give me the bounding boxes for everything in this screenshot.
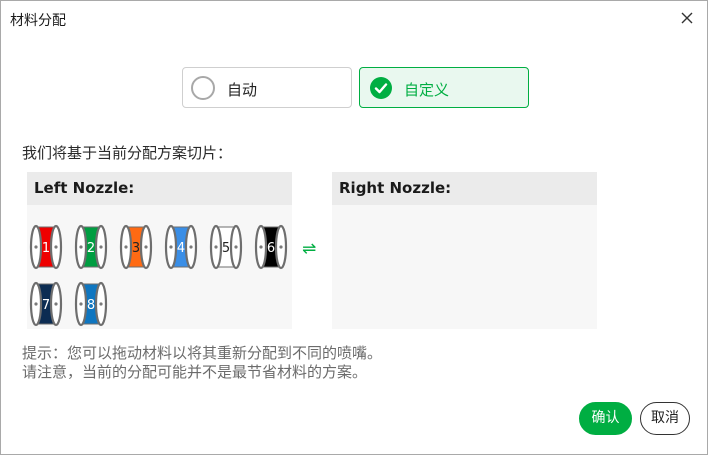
left-nozzle-title: Left Nozzle:: [27, 172, 292, 205]
mode-custom-label: 自定义: [404, 81, 450, 99]
spool-number: 2: [87, 241, 95, 256]
tip-text: 提示：您可以拖动材料以将其重新分配到不同的喷嘴。 请注意，当前的分配可能并不是最…: [22, 344, 382, 382]
spool-number: 6: [267, 241, 275, 256]
swap-arrows-icon[interactable]: ⇌: [302, 239, 316, 259]
spool-icon: 4: [164, 224, 198, 270]
spool-number: 5: [222, 241, 230, 256]
tip-line-1: 提示：您可以拖动材料以将其重新分配到不同的喷嘴。: [22, 344, 383, 362]
filament-spool-6[interactable]: 6: [254, 224, 288, 270]
spool-number: 7: [42, 298, 50, 313]
filament-spool-8[interactable]: 8: [74, 281, 108, 327]
spool-icon: 3: [119, 224, 153, 270]
radio-checked-icon: [370, 77, 392, 99]
filament-spool-4[interactable]: 4: [164, 224, 198, 270]
mode-auto-option[interactable]: 自动: [182, 67, 352, 108]
radio-unchecked-icon: [191, 76, 215, 100]
left-nozzle-panel[interactable]: Left Nozzle:: [27, 172, 292, 329]
filament-spool-3[interactable]: 3: [119, 224, 153, 270]
material-assignment-dialog: 材料分配 自动 自定义 我们将基于当前分配方案切片： Left Nozzle: …: [0, 0, 708, 455]
spool-number: 3: [132, 241, 140, 256]
right-nozzle-title: Right Nozzle:: [332, 172, 597, 205]
spool-number: 1: [42, 241, 50, 256]
right-nozzle-panel[interactable]: Right Nozzle:: [332, 172, 597, 329]
spool-number: 4: [177, 241, 185, 256]
mode-custom-option[interactable]: 自定义: [359, 67, 529, 108]
spool-icon: 2: [74, 224, 108, 270]
spool-icon: 5: [209, 224, 243, 270]
mode-auto-label: 自动: [227, 81, 258, 99]
filament-spool-7[interactable]: 7: [29, 281, 63, 327]
confirm-button[interactable]: 确认: [579, 402, 632, 435]
spool-number: 8: [87, 298, 95, 313]
spool-icon: 8: [74, 281, 108, 327]
filament-spool-5[interactable]: 5: [209, 224, 243, 270]
slice-description: 我们将基于当前分配方案切片：: [22, 144, 233, 162]
cancel-button[interactable]: 取消: [640, 402, 690, 435]
spool-icon: 1: [29, 224, 63, 270]
spool-icon: 6: [254, 224, 288, 270]
filament-spool-2[interactable]: 2: [74, 224, 108, 270]
close-icon[interactable]: [677, 8, 697, 28]
dialog-title: 材料分配: [10, 13, 66, 29]
filament-spool-1[interactable]: 1: [29, 224, 63, 270]
tip-line-2: 请注意，当前的分配可能并不是最节省材料的方案。: [22, 363, 368, 381]
spool-icon: 7: [29, 281, 63, 327]
